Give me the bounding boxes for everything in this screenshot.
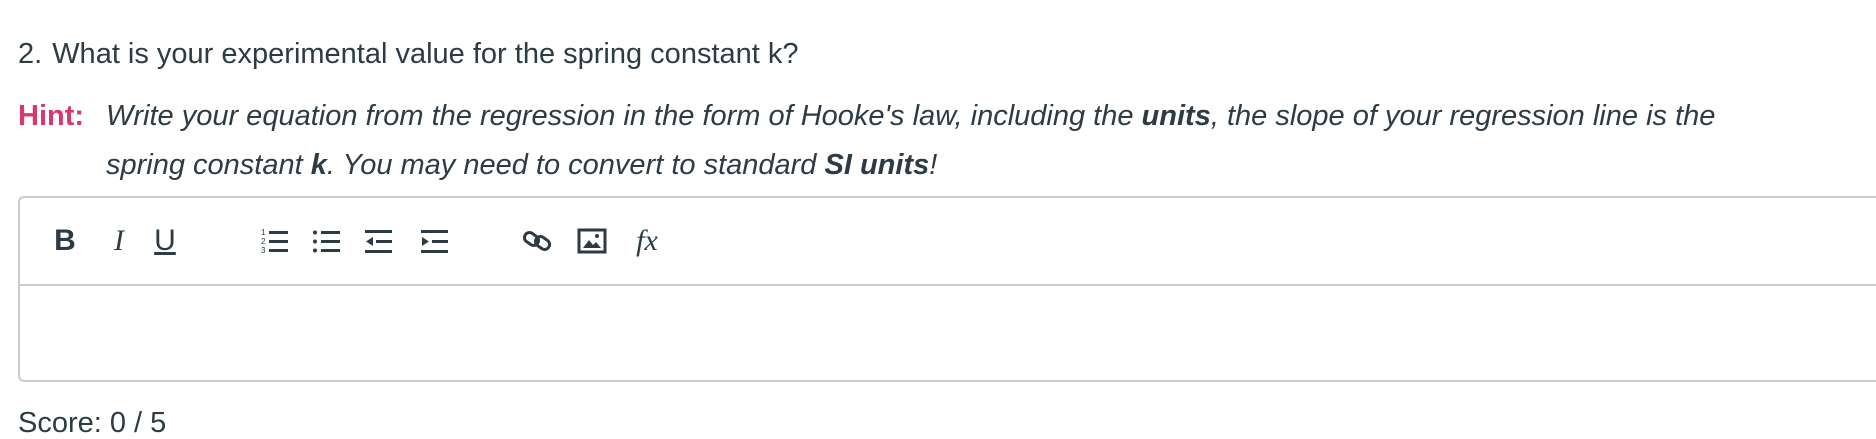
ordered-list-button[interactable]: 1 2 3	[258, 224, 292, 258]
editor-content-area[interactable]	[20, 286, 1876, 380]
hint-bold-si-units: SI units	[824, 149, 930, 181]
indent-icon	[421, 230, 448, 253]
italic-button[interactable]: I	[102, 224, 136, 258]
italic-icon: I	[114, 224, 124, 257]
underline-button[interactable]: U	[148, 224, 182, 258]
question-text: What is your experimental value for the …	[52, 38, 799, 70]
hint-label: Hint:	[18, 100, 85, 132]
hint-text-segment: spring constant	[106, 149, 311, 181]
bullet-list-button[interactable]	[310, 224, 344, 258]
hint-line-2: spring constant k. You may need to conve…	[106, 141, 1876, 190]
hint-text-segment: Write your equation from the regression …	[106, 100, 1142, 132]
hint-line-1: Write your equation from the regression …	[106, 92, 1876, 141]
svg-text:2: 2	[261, 237, 266, 246]
svg-text:1: 1	[261, 228, 266, 237]
hint-bold-k: k	[310, 149, 327, 181]
hint-text-segment: !	[929, 149, 938, 181]
answer-editor: B I U 1 2 3 fx	[18, 196, 1876, 382]
bold-button[interactable]: B	[48, 224, 82, 258]
indent-button[interactable]	[418, 224, 452, 258]
insert-link-button[interactable]	[520, 224, 554, 258]
outdent-icon	[365, 230, 392, 253]
outdent-button[interactable]	[362, 224, 396, 258]
hint-text-segment: , the slope of your regression line is t…	[1210, 100, 1716, 132]
image-icon	[577, 228, 607, 254]
formula-icon: fx	[636, 224, 658, 257]
hint-bold-units: units	[1141, 100, 1211, 132]
hint-text-segment: . You may need to convert to standard	[326, 149, 825, 181]
insert-formula-button[interactable]: fx	[630, 224, 664, 258]
question-prompt: 2. What is your experimental value for th…	[18, 34, 799, 74]
bold-icon: B	[54, 224, 76, 257]
bullet-list-icon	[313, 230, 340, 253]
ordered-list-icon: 1 2 3	[261, 228, 288, 255]
score-text-partial: Score: 0 / 5	[18, 407, 167, 439]
question-number: 2.	[18, 38, 43, 70]
insert-image-button[interactable]	[575, 224, 609, 258]
svg-text:3: 3	[261, 246, 266, 255]
link-icon	[522, 231, 552, 251]
hint-text: Write your equation from the regression …	[106, 92, 1876, 190]
underline-icon: U	[154, 224, 176, 257]
editor-toolbar: B I U 1 2 3 fx	[20, 198, 1876, 286]
